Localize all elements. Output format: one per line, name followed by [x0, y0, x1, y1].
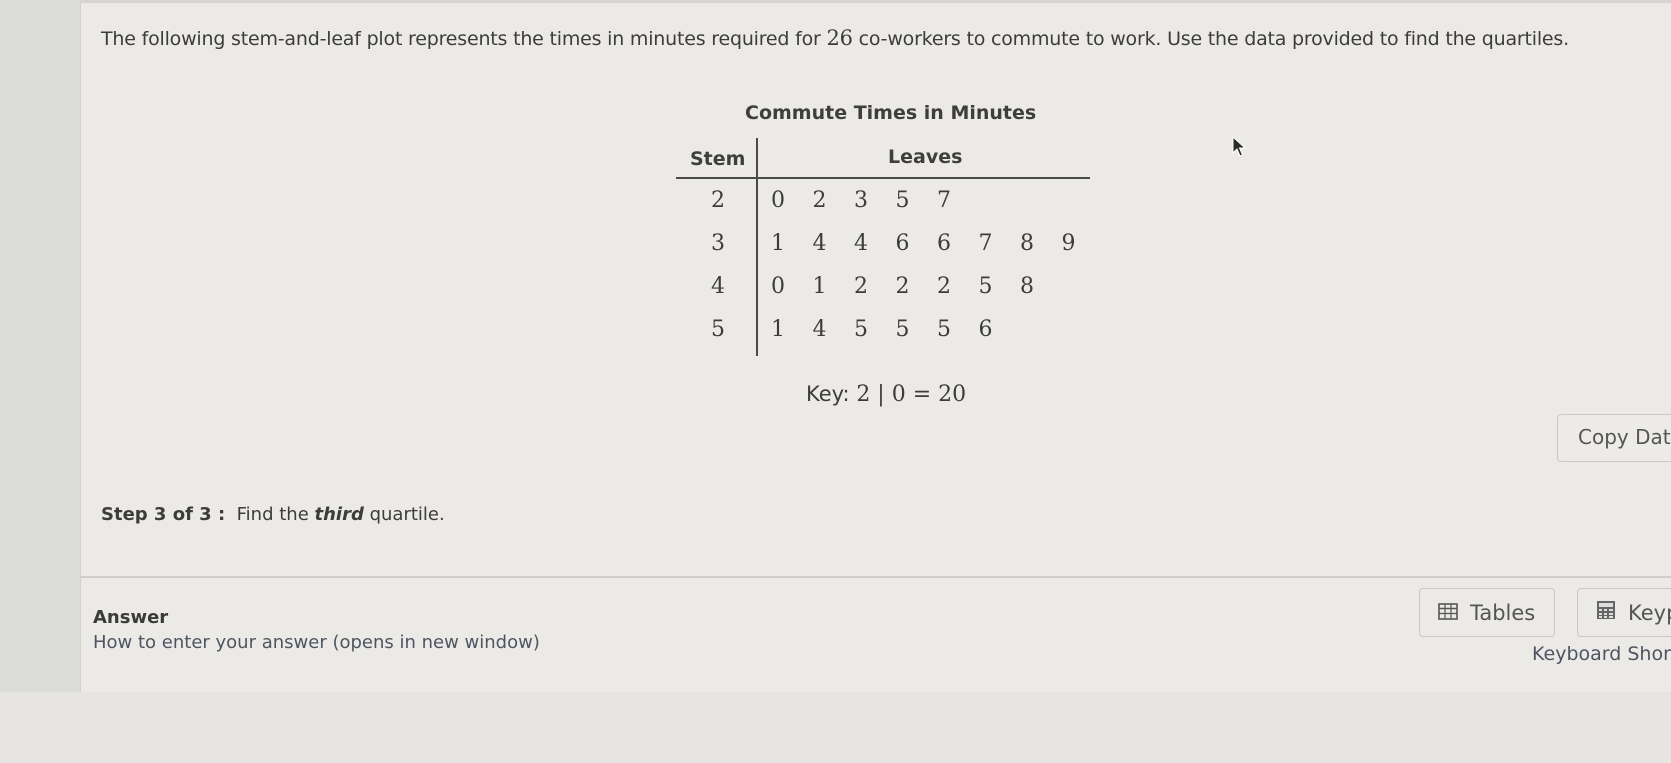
- step-label: Step 3 of 3 :: [101, 504, 226, 525]
- plot-key: Key: 2 | 0 = 20: [806, 382, 966, 407]
- leaf-value: 8: [1020, 231, 1034, 256]
- plot-vertical-divider: [756, 138, 758, 356]
- leaf-value: 5: [854, 317, 868, 342]
- stem-value: 4: [711, 274, 725, 299]
- question-prefix: The following stem-and-leaf plot represe…: [101, 28, 827, 50]
- mouse-cursor-icon: [1232, 135, 1248, 162]
- leaf-value: 4: [812, 231, 827, 256]
- leaf-value: 0: [771, 274, 785, 299]
- keyboard-shortcuts-link[interactable]: Keyboard Shortcuts: [1532, 643, 1671, 665]
- step-text: Find the: [236, 504, 315, 525]
- stem-value: 3: [711, 231, 725, 256]
- key-expression: 2 | 0 = 20: [856, 382, 967, 407]
- leaf-value: 1: [771, 317, 785, 342]
- bottom-area: [0, 692, 1671, 763]
- key-label: Key:: [806, 382, 850, 406]
- leaves-header: Leaves: [888, 146, 963, 168]
- leaf-value: 8: [1020, 274, 1034, 299]
- question-text: The following stem-and-leaf plot represe…: [101, 26, 1569, 50]
- leaf-value: 5: [895, 188, 910, 213]
- keypad-label: Keypad: [1628, 600, 1671, 625]
- leaf-value: 2: [854, 274, 868, 299]
- leaf-value: 5: [937, 317, 951, 342]
- calculator-icon: [1596, 600, 1616, 625]
- stem-value: 5: [711, 317, 725, 342]
- stem-value: 2: [711, 188, 725, 213]
- copy-data-button[interactable]: Copy Data: [1557, 414, 1671, 462]
- leaf-value: 0: [771, 188, 785, 213]
- tables-label: Tables: [1470, 600, 1536, 625]
- keypad-button[interactable]: Keypad: [1577, 588, 1671, 637]
- section-divider: [80, 576, 1671, 578]
- left-gutter: [0, 0, 80, 692]
- how-to-enter-answer-link[interactable]: How to enter your answer (opens in new w…: [93, 632, 540, 653]
- question-count: 26: [826, 26, 853, 50]
- leaf-value: 7: [978, 231, 993, 256]
- leaf-value: 9: [1061, 231, 1076, 256]
- leaf-value: 2: [937, 274, 951, 299]
- stem-header: Stem: [690, 148, 746, 170]
- leaf-value: 1: [771, 231, 785, 256]
- leaf-value: 2: [895, 274, 910, 299]
- leaf-value: 4: [812, 317, 827, 342]
- top-border: [80, 0, 1671, 3]
- leaf-value: 3: [854, 188, 868, 213]
- step-instruction: Step 3 of 3 : Find the third quartile.: [101, 504, 445, 525]
- leaf-value: 5: [895, 317, 910, 342]
- answer-label: Answer: [93, 607, 169, 628]
- step-emphasis: third: [314, 504, 364, 525]
- leaf-value: 6: [978, 317, 993, 342]
- table-icon: [1438, 601, 1458, 625]
- leaf-value: 4: [854, 231, 868, 256]
- step-text-end: quartile.: [363, 504, 445, 525]
- tables-button[interactable]: Tables: [1419, 588, 1555, 637]
- plot-title: Commute Times in Minutes: [745, 102, 1037, 124]
- leaf-value: 5: [978, 274, 993, 299]
- leaf-value: 6: [937, 231, 951, 256]
- question-suffix: co-workers to commute to work. Use the d…: [852, 28, 1570, 50]
- leaf-value: 6: [895, 231, 910, 256]
- leaf-value: 1: [812, 274, 827, 299]
- plot-horizontal-divider: [676, 177, 1090, 179]
- leaf-value: 2: [812, 188, 827, 213]
- leaf-value: 7: [937, 188, 951, 213]
